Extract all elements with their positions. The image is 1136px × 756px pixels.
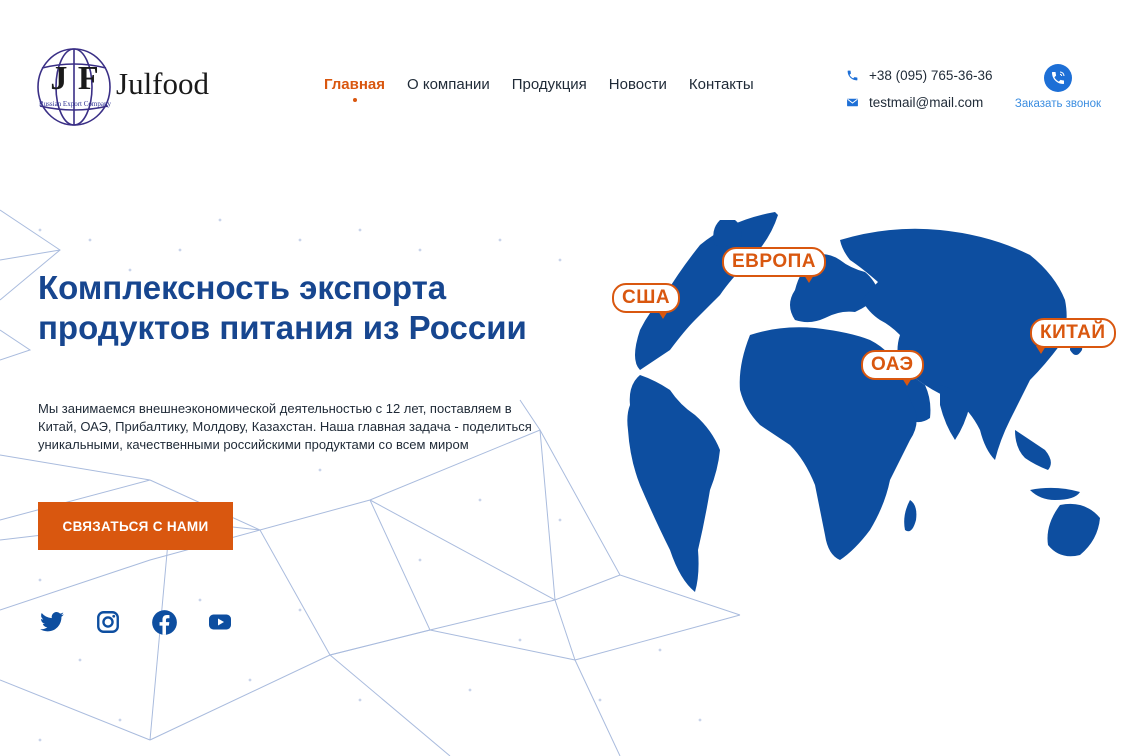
phone-icon (847, 70, 858, 80)
nav-item-home[interactable]: Главная (324, 76, 386, 102)
nav-item-label: Главная (324, 76, 386, 93)
nav-item-label: О компании (407, 76, 490, 93)
nav-item-label: Продукция (511, 76, 587, 93)
order-call-button[interactable]: Заказать звонок (1010, 64, 1106, 110)
logo-name: Julfood (116, 66, 209, 101)
hero-title: Комплексность экспорта продуктов питания… (38, 268, 598, 348)
logo-tagline: Russian Export Company (39, 100, 111, 108)
hero-description: Мы занимаемся внешнеэкономической деятел… (38, 401, 532, 452)
contact-us-button[interactable]: Связаться с нами (38, 502, 233, 550)
south-america-shape (627, 375, 720, 592)
email-link[interactable]: testmail@mail.com (846, 93, 992, 111)
main-nav: Главная О компании Продукция Новости Кон… (324, 76, 754, 102)
australia-shape (1047, 503, 1100, 557)
hero-title-line-2: продуктов питания из России (38, 309, 527, 346)
world-map-globe (627, 212, 1100, 592)
active-indicator (352, 98, 357, 102)
map-label-uae: ОАЭ (861, 350, 924, 386)
phone-link[interactable]: +38 (095) 765-36-36 (846, 66, 992, 84)
nav-item-products[interactable]: Продукция (512, 76, 587, 93)
map-label-china: КИТАЙ (1030, 318, 1116, 354)
company-logo[interactable]: J F Russian Export Company Julfood (34, 46, 234, 130)
email-address: testmail@mail.com (869, 94, 984, 110)
logo-monogram: J F (50, 60, 100, 97)
map-label-europe: ЕВРОПА (722, 247, 826, 283)
mail-icon (847, 98, 858, 106)
youtube-icon[interactable] (206, 608, 234, 636)
nav-item-news[interactable]: Новости (609, 76, 667, 93)
nav-item-contacts[interactable]: Контакты (689, 76, 754, 93)
twitter-icon[interactable] (38, 608, 66, 636)
instagram-icon[interactable] (94, 608, 122, 636)
nav-item-label: Новости (608, 76, 667, 93)
map-label-usa: США (612, 283, 681, 319)
southeast-asia-shape (1015, 430, 1051, 470)
nav-item-label: Контакты (688, 76, 754, 93)
phone-call-icon (1044, 64, 1072, 92)
indonesia-shape (1030, 487, 1080, 500)
social-links (38, 608, 234, 636)
madagascar-shape (904, 500, 917, 532)
hero-title-line-1: Комплексность экспорта (38, 269, 447, 306)
facebook-icon[interactable] (150, 608, 178, 636)
phone-number: +38 (095) 765-36-36 (869, 67, 993, 83)
order-call-label: Заказать звонок (1014, 98, 1102, 110)
header-contacts: +38 (095) 765-36-36 testmail@mail.com (846, 66, 992, 120)
nav-item-about[interactable]: О компании (407, 76, 490, 93)
